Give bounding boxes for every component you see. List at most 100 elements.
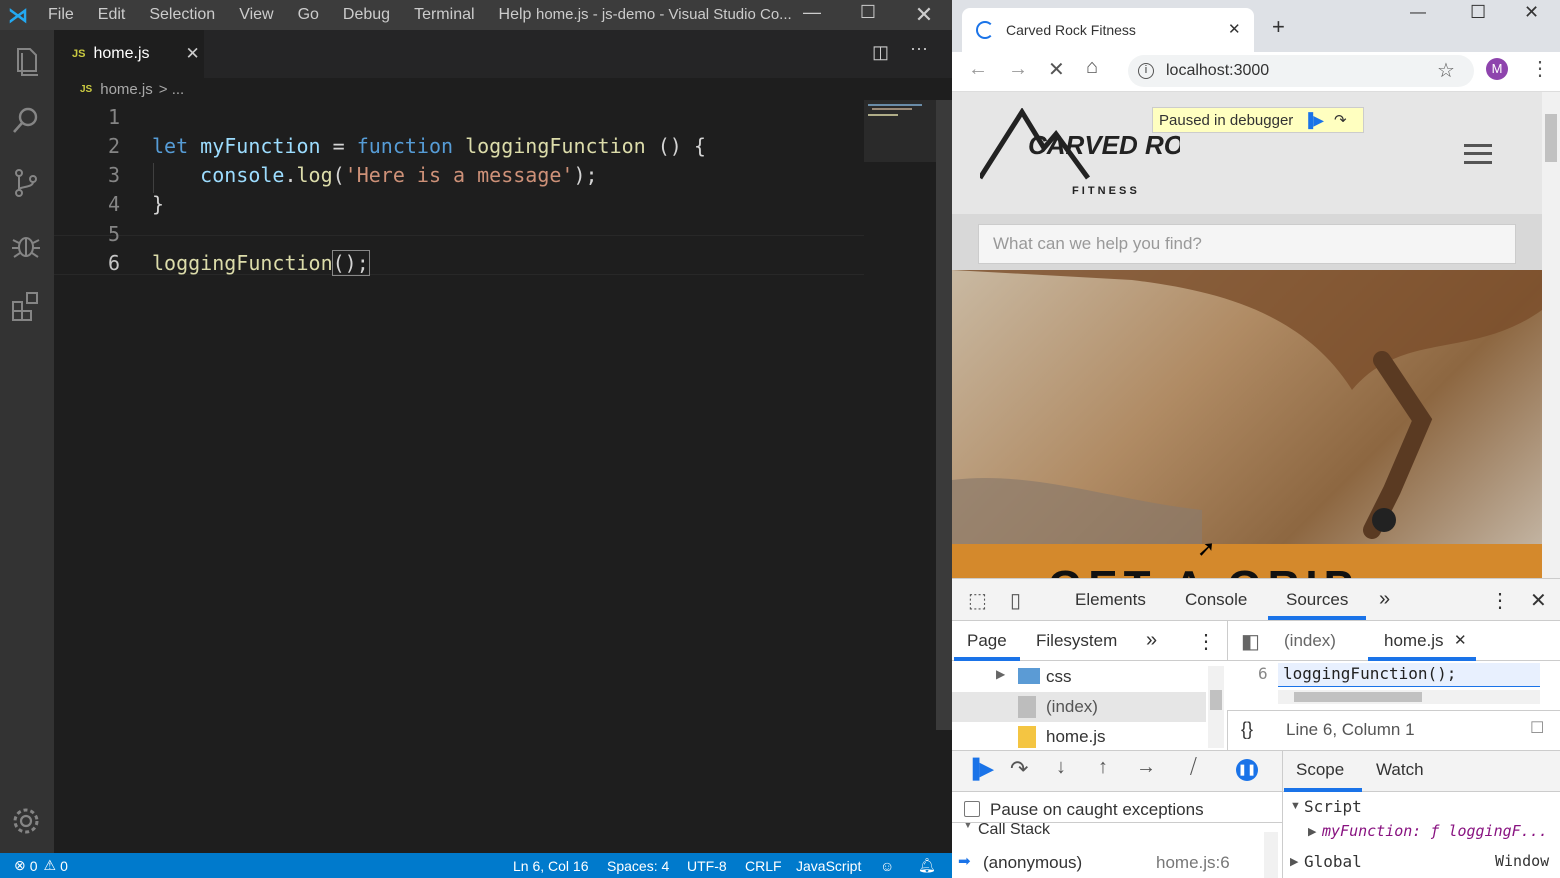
menu-help[interactable]: Help: [499, 6, 532, 24]
cursor-position[interactable]: Ln 6, Col 16: [513, 858, 589, 874]
step-over-icon[interactable]: ↷: [1010, 756, 1028, 782]
explorer-icon[interactable]: [9, 44, 43, 78]
stop-loading-icon[interactable]: ✕: [1048, 57, 1065, 82]
file-tree-css[interactable]: css: [1046, 667, 1072, 687]
maximize-icon[interactable]: ☐: [846, 2, 890, 23]
call-frame-name[interactable]: (anonymous): [983, 853, 1082, 873]
minimap[interactable]: [864, 100, 936, 162]
pretty-print-icon[interactable]: {}: [1241, 719, 1253, 740]
tab-console[interactable]: Console: [1185, 590, 1247, 610]
nav-tab-filesystem[interactable]: Filesystem: [1036, 631, 1117, 651]
new-tab-icon[interactable]: +: [1272, 14, 1285, 40]
source-hscrollbar[interactable]: [1278, 690, 1540, 704]
expand-arrow-icon[interactable]: ▶: [1290, 855, 1298, 868]
nav-tab-page[interactable]: Page: [967, 631, 1007, 651]
pause-caught-label[interactable]: Pause on caught exceptions: [990, 800, 1204, 820]
minimize-icon[interactable]: —: [1410, 4, 1426, 22]
navigator-menu-icon[interactable]: ⋮: [1196, 629, 1216, 654]
menu-file[interactable]: File: [48, 6, 74, 24]
browser-tab[interactable]: Carved Rock Fitness ✕: [962, 8, 1254, 52]
breadcrumb-rest[interactable]: > ...: [159, 81, 184, 98]
deactivate-breakpoints-icon[interactable]: ⧸: [1190, 756, 1197, 779]
warning-icon[interactable]: ⚠: [44, 857, 57, 874]
collapse-arrow-icon[interactable]: ▼: [1290, 800, 1301, 812]
file-tree-index[interactable]: (index): [1046, 697, 1098, 717]
resume-icon[interactable]: ▐▶: [1303, 112, 1324, 129]
devtools-menu-icon[interactable]: ⋮: [1490, 588, 1510, 613]
tab-elements[interactable]: Elements: [1075, 590, 1146, 610]
notification-bell-icon[interactable]: 🔔︎: [918, 857, 936, 874]
scroll-thumb[interactable]: [1294, 692, 1422, 702]
pause-caught-checkbox[interactable]: [964, 801, 980, 817]
close-window-icon[interactable]: ✕: [1524, 2, 1539, 23]
encoding[interactable]: UTF-8: [687, 858, 727, 874]
tab-watch[interactable]: Watch: [1376, 760, 1424, 780]
editor-tab-homejs[interactable]: home.js: [1384, 631, 1444, 651]
call-frame-location[interactable]: home.js:6: [1156, 853, 1230, 873]
breadcrumb-file[interactable]: home.js: [100, 81, 153, 98]
more-nav-tabs-icon[interactable]: »: [1146, 629, 1157, 652]
call-stack-header[interactable]: ▼ Call Stack: [952, 822, 1282, 840]
scroll-thumb[interactable]: [1545, 114, 1557, 162]
indent-setting[interactable]: Spaces: 4: [607, 858, 669, 874]
expand-arrow-icon[interactable]: ▶: [1308, 825, 1316, 838]
settings-gear-icon[interactable]: [9, 804, 43, 838]
menu-debug[interactable]: Debug: [343, 6, 390, 24]
maximize-icon[interactable]: ☐: [1470, 2, 1486, 23]
menu-selection[interactable]: Selection: [149, 6, 215, 24]
step-out-icon[interactable]: ↑: [1098, 756, 1108, 779]
source-code-line[interactable]: loggingFunction();: [1283, 664, 1456, 683]
language-mode[interactable]: JavaScript: [796, 858, 861, 874]
hamburger-menu-icon[interactable]: [1464, 144, 1492, 164]
more-actions-icon[interactable]: ···: [910, 38, 928, 59]
bookmark-star-icon[interactable]: ☆: [1437, 58, 1455, 83]
source-control-icon[interactable]: [9, 166, 43, 200]
menu-go[interactable]: Go: [298, 6, 319, 24]
carved-rock-logo[interactable]: CARVED ROCK F I T N E S S: [980, 108, 1180, 200]
scope-script[interactable]: Script: [1304, 797, 1362, 816]
step-over-icon[interactable]: ↷: [1334, 111, 1347, 129]
profile-avatar[interactable]: M: [1486, 58, 1508, 80]
menu-view[interactable]: View: [239, 6, 273, 24]
tab-sources[interactable]: Sources: [1286, 590, 1348, 610]
step-into-icon[interactable]: ↓: [1056, 756, 1066, 779]
forward-arrow-icon[interactable]: →: [1008, 58, 1028, 81]
close-tab-icon[interactable]: ✕: [186, 44, 200, 64]
tab-scope[interactable]: Scope: [1296, 760, 1344, 780]
extensions-icon[interactable]: [9, 288, 43, 322]
editor-tab-index[interactable]: (index): [1284, 631, 1336, 651]
coverage-icon[interactable]: ☐: [1530, 718, 1544, 738]
callstack-scrollbar[interactable]: [1264, 832, 1278, 878]
toggle-navigator-icon[interactable]: ◧: [1241, 629, 1260, 654]
site-info-icon[interactable]: i: [1138, 63, 1154, 79]
minimize-icon[interactable]: —: [790, 2, 834, 23]
file-tree-homejs[interactable]: home.js: [1046, 727, 1106, 747]
inspect-element-icon[interactable]: ⬚: [968, 588, 987, 613]
eol-setting[interactable]: CRLF: [745, 858, 782, 874]
page-scrollbar[interactable]: [1542, 92, 1560, 578]
pause-on-exceptions-icon[interactable]: ❚❚: [1236, 759, 1258, 781]
close-devtools-icon[interactable]: ✕: [1530, 588, 1547, 613]
scope-global[interactable]: Global: [1304, 852, 1362, 871]
expand-arrow-icon[interactable]: ▶: [996, 667, 1005, 681]
close-editor-tab-icon[interactable]: ✕: [1454, 631, 1467, 649]
navigator-scrollbar[interactable]: [1208, 666, 1224, 748]
chrome-menu-icon[interactable]: ⋮: [1530, 56, 1550, 81]
home-icon[interactable]: ⌂: [1086, 56, 1098, 79]
back-arrow-icon[interactable]: ←: [968, 58, 988, 81]
device-toolbar-icon[interactable]: ▯: [1010, 588, 1021, 613]
error-count[interactable]: 0: [30, 858, 38, 874]
close-tab-icon[interactable]: ✕: [1228, 20, 1241, 38]
close-window-icon[interactable]: ✕: [902, 2, 946, 28]
feedback-smiley-icon[interactable]: ☺: [880, 858, 894, 874]
warning-count[interactable]: 0: [60, 858, 68, 874]
editor-scrollbar[interactable]: [936, 100, 952, 730]
error-icon[interactable]: ⊗: [14, 857, 26, 874]
site-search-input[interactable]: What can we help you find?: [978, 224, 1516, 264]
menu-edit[interactable]: Edit: [98, 6, 126, 24]
editor-tab-homejs[interactable]: JS home.js ✕: [54, 30, 204, 78]
scroll-thumb[interactable]: [1210, 690, 1222, 710]
step-icon[interactable]: →: [1136, 756, 1156, 779]
resume-icon[interactable]: ▐▶: [966, 758, 994, 781]
menu-terminal[interactable]: Terminal: [414, 6, 474, 24]
